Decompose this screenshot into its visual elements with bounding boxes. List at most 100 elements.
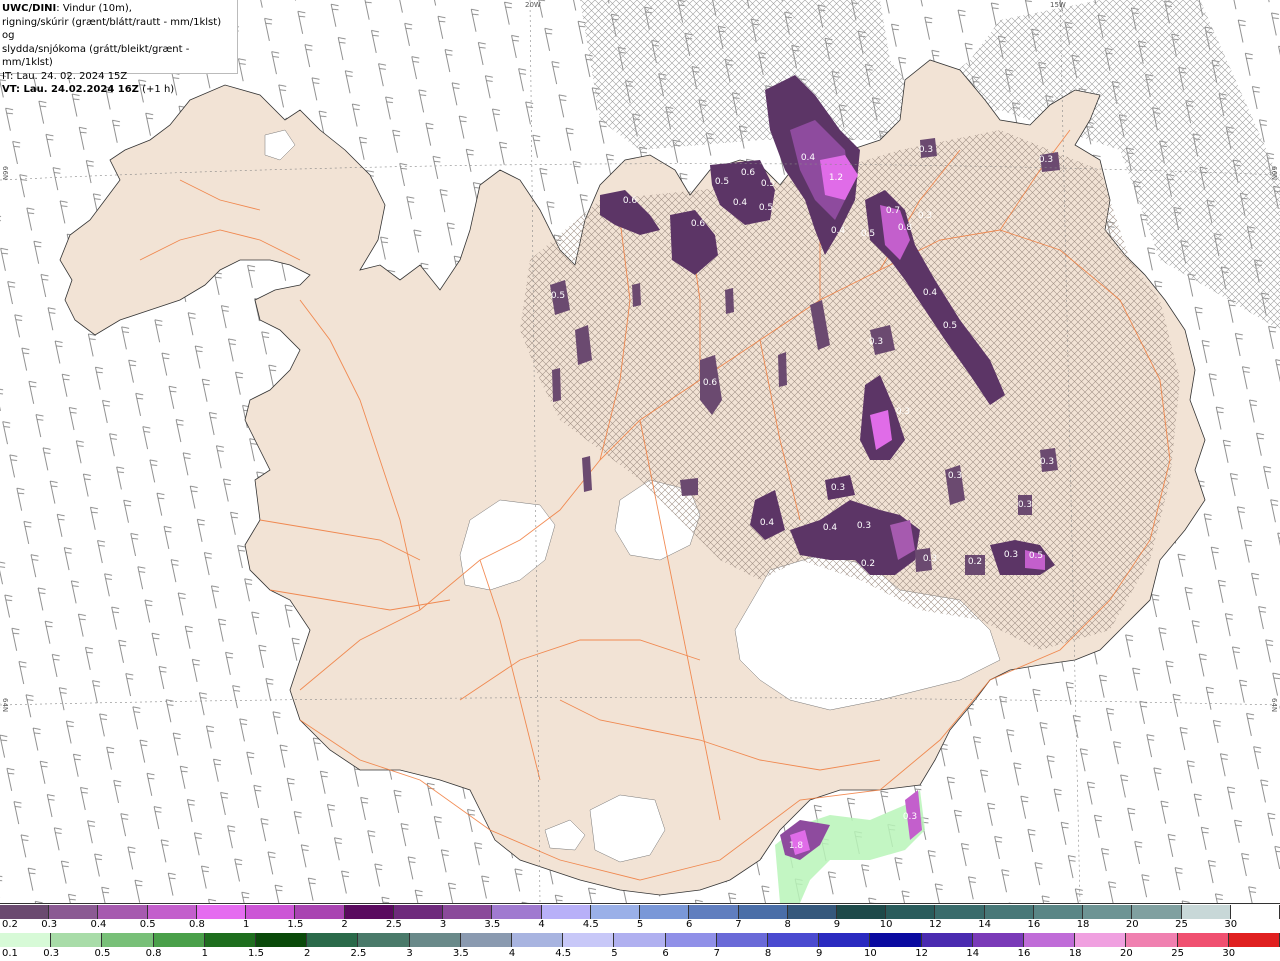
legend-snow-swatch <box>98 905 148 919</box>
legend-rain-swatch <box>409 933 461 947</box>
legend-rain-swatch <box>819 933 871 947</box>
legend-snow-swatch <box>1181 905 1231 919</box>
legend-snow-swatch <box>393 905 444 919</box>
legend-rain-label: 1.5 <box>248 948 264 959</box>
legend-rain-swatch <box>307 933 359 947</box>
legend-rain-label: 8 <box>764 948 772 959</box>
graticule-label-66n-left: 66N <box>1 166 9 181</box>
graticule-label-15w: 15W <box>1050 1 1066 9</box>
precip-value-label: 0.2 <box>968 557 982 567</box>
legend-rain-swatch <box>1126 933 1178 947</box>
precip-value-label: 0.4 <box>823 523 838 533</box>
legend-snow-swatch <box>295 905 345 919</box>
legend-snow-swatch <box>787 905 837 919</box>
precip-value-label: 0.4 <box>760 518 775 528</box>
legend-snow-labels: 0.2 0.3 0.4 0.5 0.8 1 1.5 2 2.5 3 3.5 4 4.5 5 6 7 8 9 10 12… <box>0 919 1280 931</box>
legend-rain-label: 0.8 <box>145 948 162 959</box>
legend-snow-swatch <box>1132 905 1182 919</box>
legend-snow-label: 0.4 <box>90 919 107 930</box>
legend-rain-swatch <box>1024 933 1076 947</box>
legend-snow-swatch <box>738 905 788 919</box>
legend-rain-label: 4 <box>508 948 516 959</box>
precip-value-label: 0.5 <box>943 321 957 331</box>
legend-snow-swatch <box>443 905 493 919</box>
legend-snow-swatch <box>590 905 641 919</box>
legend-rain-swatch <box>1075 933 1127 947</box>
legend-rain-swatch <box>563 933 615 947</box>
precip-value-label: 0.5 <box>551 291 565 301</box>
legend-snow-bar <box>0 905 1280 919</box>
legend-rain-swatch <box>256 933 308 947</box>
legend-snow-swatch <box>1083 905 1133 919</box>
precip-value-label: 0.4 <box>801 153 816 163</box>
legend-snow-swatch <box>886 905 936 919</box>
legend-snow-label: 18 <box>1076 919 1090 930</box>
legend-snow-swatch <box>541 905 591 919</box>
legend-snow-label: 2.5 <box>385 919 402 930</box>
precip-value-label: 0.3 <box>903 812 917 822</box>
precip-value-label: 0.5 <box>861 229 875 239</box>
legend-rain-label: 25 <box>1171 948 1184 959</box>
legend-rain-swatch <box>153 933 205 947</box>
legend-snow-label: 6 <box>686 919 693 930</box>
precip-value-label: 0.3 <box>918 211 932 221</box>
legend-snow-label: 16 <box>1027 919 1041 930</box>
legend-rain-label: 2.5 <box>350 948 367 959</box>
legend-snow-label: 12 <box>929 919 942 930</box>
legend-snow-swatch <box>344 905 394 919</box>
precip-value-label: 0.7 <box>886 206 900 216</box>
info-line-5: VT: Lau. 24.02.2024 16Z (+1 h) <box>2 83 235 97</box>
legend-rain-labels: 0.1 0.3 0.5 0.8 1 1.5 2 2.5 3 3.5 4 4.5 5 6 7 8 9 10 12 14 1… <box>0 948 1280 960</box>
map-info-box: UWC/DINI: Vindur (10m), rigning/skúrir (… <box>0 0 238 95</box>
legend-snow-swatch <box>1033 905 1084 919</box>
legend-snow-label: 3.5 <box>484 919 501 930</box>
legend-snow-swatch <box>984 905 1034 919</box>
legend-snow-swatch <box>0 905 50 919</box>
legend-rain-label: 0.3 <box>43 948 60 959</box>
weather-map: 0.4 1.2 0.4 0.5 0.8 0.7 0.3 0.5 0.6 0.5 0.5 0.6 0.4 0… <box>0 0 1280 903</box>
legend-rain-bar <box>0 933 1280 947</box>
legend-snow-swatch <box>640 905 690 919</box>
legend-rain-swatch <box>1228 933 1280 947</box>
precip-value-label: 0.3 <box>831 483 845 493</box>
legend-rain-label: 10 <box>864 948 877 959</box>
legend-rain-label: 3.5 <box>452 948 469 959</box>
info-line-2: rigning/skúrir (grænt/blátt/rautt - mm/1… <box>2 16 222 42</box>
legend-rain-label: 20 <box>1120 948 1133 959</box>
legend-rain-swatch <box>512 933 564 947</box>
legend-snow-label: 2 <box>341 919 348 930</box>
legend-rain-label: 0.1 <box>2 948 18 959</box>
legend-rain-label: 12 <box>915 948 928 959</box>
legend-rain-swatch <box>358 933 410 947</box>
legend-snow-swatch <box>689 905 739 919</box>
legend-snow-label: 7 <box>735 919 742 930</box>
legend-rain-label: 9 <box>816 948 823 959</box>
legend-rain-label: 6 <box>662 948 669 959</box>
lead-time: (+1 h) <box>138 84 175 95</box>
precip-value-label: 0.4 <box>923 288 938 298</box>
precip-value-label: 0.3 <box>1004 550 1018 560</box>
precip-value-label: 0.6 <box>703 378 718 388</box>
legend-rain-label: 14 <box>966 948 980 959</box>
legend-snow-swatch <box>147 905 197 919</box>
legend-snow-swatch <box>836 905 887 919</box>
legend-rain-swatch <box>870 933 922 947</box>
legend-rain-swatch <box>614 933 666 947</box>
legend-rain-swatch <box>972 933 1025 947</box>
precip-value-label: 0.5 <box>759 203 773 213</box>
precip-value-label: 0.3 <box>923 554 937 564</box>
legend-snow-label: 1.5 <box>287 919 304 930</box>
legend-rain-label: 4.5 <box>555 948 572 959</box>
legend-rain-swatch <box>0 933 52 947</box>
legend-rain-label: 7 <box>713 948 720 959</box>
legend-rain-label: 5 <box>611 948 618 959</box>
model-name: UWC/DINI <box>2 3 57 14</box>
legend-rain-swatch <box>204 933 257 947</box>
legend-rain-swatch <box>1177 933 1229 947</box>
legend-snow-label: 20 <box>1125 919 1139 930</box>
legend-snow-label: 0.2 <box>2 919 18 930</box>
legend-rain-label: 3 <box>406 948 413 959</box>
precip-value-label: 0.6 <box>623 196 638 206</box>
legend-snow-swatch <box>1230 905 1280 919</box>
legend-snow-swatch <box>196 905 247 919</box>
